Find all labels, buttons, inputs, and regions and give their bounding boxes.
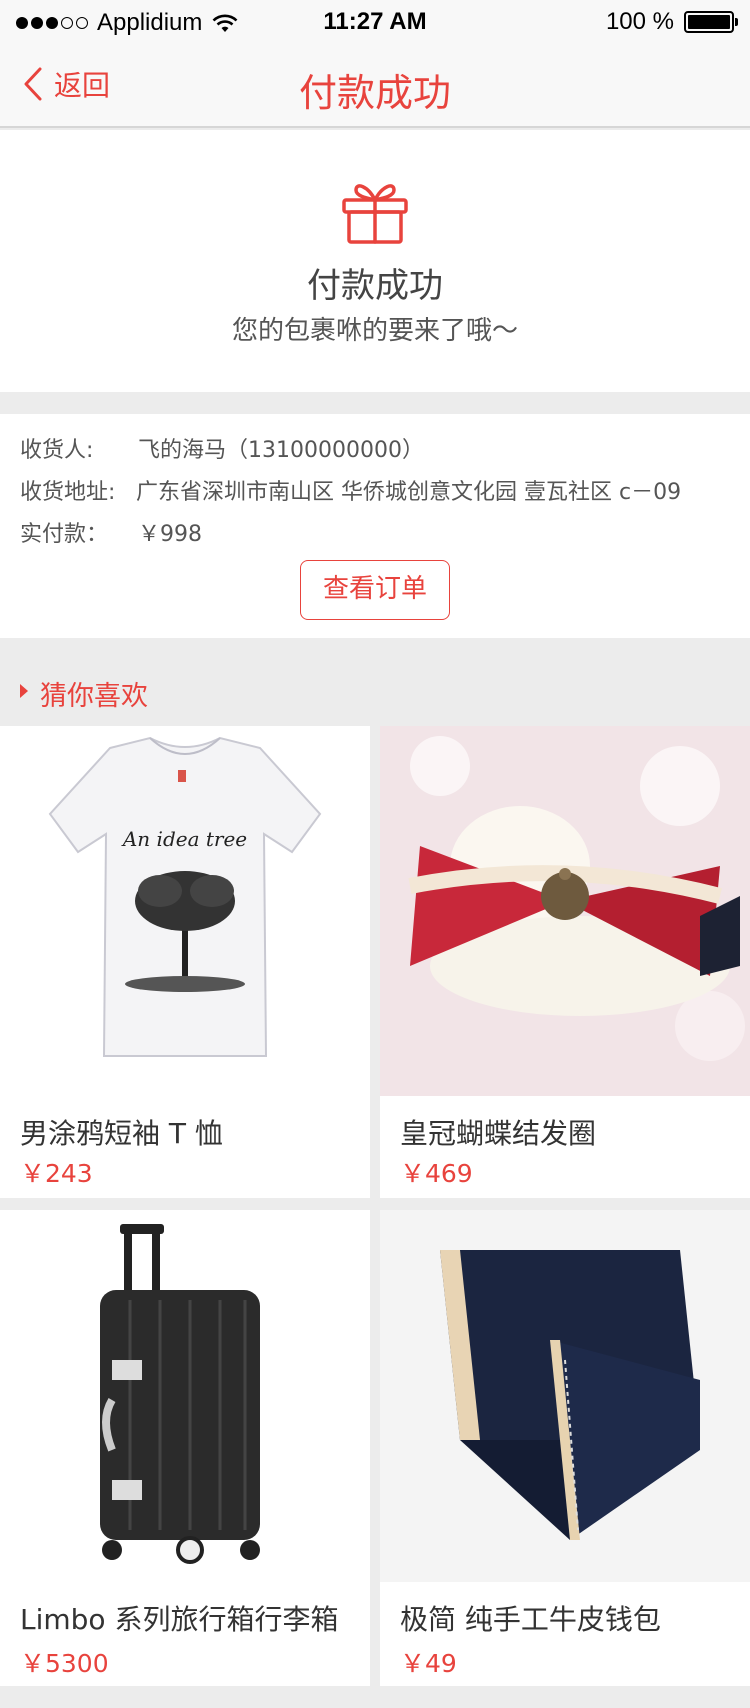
success-subtitle: 您的包裹咻的要来了哦～ xyxy=(231,316,518,346)
product-card[interactable]: 皇冠蝴蝶结发圈 ￥469 xyxy=(380,726,750,1198)
product-card[interactable]: An idea tree 男涂鸦短袖 T 恤 ￥243 xyxy=(0,726,370,1198)
product-image-hair-bow xyxy=(380,726,750,1096)
product-image-suitcase xyxy=(0,1210,370,1582)
receiver-value: 飞的海马（13100000000） xyxy=(138,438,424,463)
product-price: ￥49 xyxy=(400,1649,457,1678)
status-right: 100 % xyxy=(605,8,738,36)
status-bar: Applidium 11:27 AM 100 % xyxy=(0,0,750,44)
paid-value: ￥998 xyxy=(138,522,202,547)
recommend-title: 猜你喜欢 xyxy=(40,681,148,712)
product-price: ￥469 xyxy=(400,1159,473,1188)
paid-label: 实付款： xyxy=(20,522,109,547)
address-label: 收货地址: xyxy=(20,480,116,505)
product-name: 男涂鸦短袖 T 恤 xyxy=(20,1117,223,1150)
product-price: ￥5300 xyxy=(20,1649,109,1678)
caret-right-icon xyxy=(20,684,28,698)
address-value: 广东省深圳市南山区 华侨城创意文化园 壹瓦社区 c－09 xyxy=(136,480,682,505)
product-card[interactable]: Limbo 系列旅行箱行李箱 ￥5300 xyxy=(0,1210,370,1686)
address-row: 收货地址: 广东省深圳市南山区 华侨城创意文化园 壹瓦社区 c－09 xyxy=(20,474,681,506)
gift-icon xyxy=(342,184,408,244)
product-name: Limbo 系列旅行箱行李箱 xyxy=(20,1603,339,1636)
battery-percent: 100 % xyxy=(605,8,674,35)
payment-success-panel: 付款成功 您的包裹咻的要来了哦～ xyxy=(0,130,750,392)
view-order-button[interactable]: 查看订单 xyxy=(300,560,450,620)
battery-icon xyxy=(684,11,738,33)
nav-bar: 返回 付款成功 xyxy=(0,44,750,128)
receiver-row: 收货人: 飞的海马（13100000000） xyxy=(20,432,424,464)
recommend-header: 猜你喜欢 xyxy=(0,662,750,724)
success-title: 付款成功 xyxy=(307,266,443,306)
page-title: 付款成功 xyxy=(298,71,451,115)
product-name: 皇冠蝴蝶结发圈 xyxy=(400,1117,597,1150)
product-image-wallet xyxy=(380,1210,750,1582)
product-image-tshirt: An idea tree xyxy=(0,726,370,1096)
product-price: ￥243 xyxy=(20,1159,93,1188)
paid-row: 实付款： ￥998 xyxy=(20,516,202,548)
receiver-label: 收货人: xyxy=(20,438,94,463)
product-name: 极简 纯手工牛皮钱包 xyxy=(400,1603,661,1636)
product-card[interactable]: 极简 纯手工牛皮钱包 ￥49 xyxy=(380,1210,750,1686)
order-info-panel: 收货人: 飞的海马（13100000000） 收货地址: 广东省深圳市南山区 华… xyxy=(0,414,750,638)
svg-text:An idea tree: An idea tree xyxy=(121,827,247,851)
